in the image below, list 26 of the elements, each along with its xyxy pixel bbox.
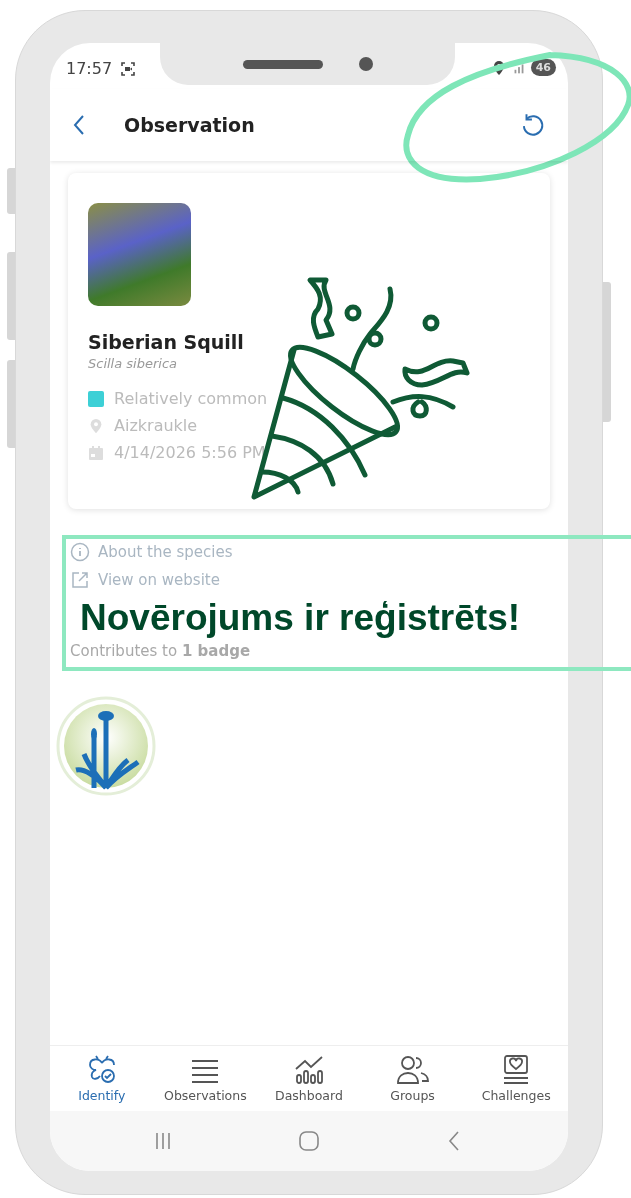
- common-name: Siberian Squill: [88, 331, 245, 353]
- home-button[interactable]: [297, 1129, 321, 1153]
- nav-tab[interactable]: Observations: [153, 1046, 258, 1111]
- chart-icon: [293, 1054, 325, 1085]
- status-time: 17:57: [66, 59, 113, 78]
- nav-tab[interactable]: Identify: [50, 1046, 154, 1111]
- back-button[interactable]: [72, 113, 86, 137]
- nav-tab[interactable]: Dashboard: [257, 1046, 361, 1111]
- battery-level: 46: [530, 59, 556, 76]
- screen-record-icon: [120, 60, 137, 77]
- success-message: Novērojums ir reģistrēts!: [80, 597, 521, 640]
- people-icon: [396, 1054, 429, 1085]
- external-link-icon: [70, 570, 90, 590]
- detail-text: Relatively common: [114, 389, 268, 408]
- detail-text: Aizkraukle: [114, 416, 198, 435]
- scientific-name: Scilla siberica: [88, 356, 179, 371]
- location-pin-icon: [88, 417, 104, 434]
- refresh-button[interactable]: [520, 112, 546, 138]
- calendar-icon: [88, 444, 104, 461]
- detail-text: 4/14/2026 5:56 PM: [114, 443, 266, 462]
- info-icon: [70, 542, 90, 562]
- nav-tab[interactable]: Groups: [360, 1046, 465, 1111]
- nav-tab[interactable]: Challenges: [464, 1046, 568, 1111]
- dandelion-badge-icon: [56, 696, 156, 796]
- badge-summary: Contributes to 1 badge: [70, 642, 252, 660]
- screen-title: Observation: [124, 114, 256, 136]
